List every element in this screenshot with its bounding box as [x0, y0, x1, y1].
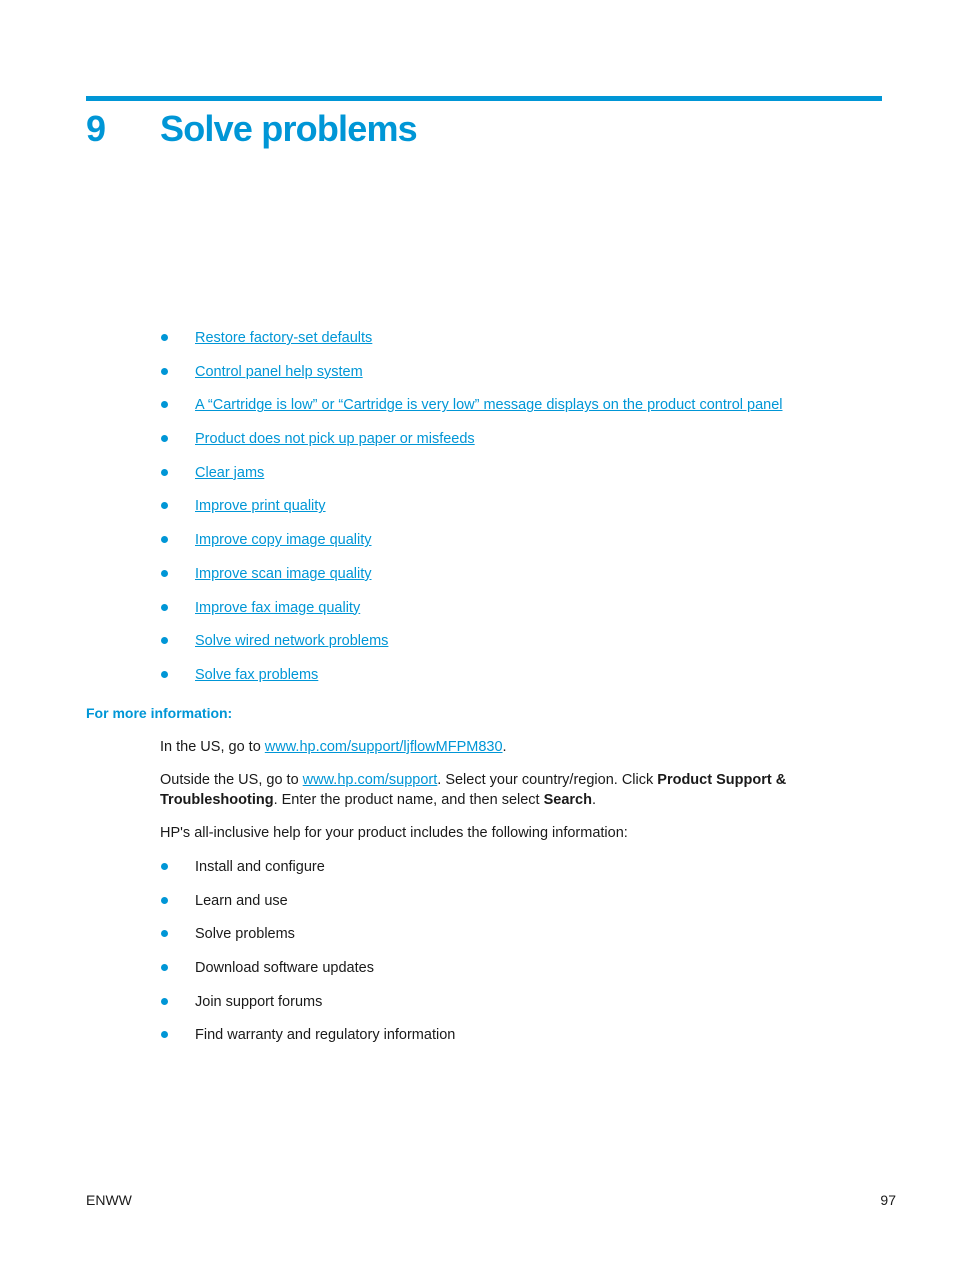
bullet-icon: [161, 435, 168, 443]
bullet-icon: [161, 1031, 168, 1039]
us-suffix: .: [502, 739, 507, 755]
topic-link-clear-jams[interactable]: Clear jams: [195, 463, 264, 483]
info-item: Learn and use: [195, 892, 288, 909]
bullet-icon: [161, 930, 168, 938]
outside-support-link[interactable]: www.hp.com/support: [303, 772, 438, 788]
topic-link-print-quality[interactable]: Improve print quality: [195, 496, 326, 516]
bullet-icon: [161, 603, 168, 611]
outside-suffix: .: [591, 792, 597, 808]
info-item: Download software updates: [195, 960, 374, 977]
page-title: Solve problems: [160, 108, 418, 149]
search-term: Search: [543, 792, 592, 808]
bullet-icon: [161, 401, 168, 409]
info-item: Find warranty and regulatory information: [195, 1027, 456, 1044]
includes-intro: HP's all-inclusive help for your product…: [160, 825, 628, 841]
topic-link-paper-pickup[interactable]: Product does not pick up paper or misfee…: [195, 429, 475, 449]
bullet-icon: [161, 863, 168, 870]
bullet-icon: [161, 670, 168, 678]
bullet-icon: [161, 536, 168, 544]
topic-link-control-panel-help[interactable]: Control panel help system: [195, 362, 363, 382]
outside-text-1: . Select your country/region. Click: [437, 772, 658, 788]
bullet-icon: [161, 468, 168, 476]
us-prefix: In the US, go to: [160, 739, 265, 755]
bullet-icon: [161, 964, 168, 972]
chapter-number: 9: [86, 108, 106, 149]
topic-link-copy-quality[interactable]: Improve copy image quality: [195, 530, 372, 550]
us-support-paragraph: In the US, go to www.hp.com/support/ljfl…: [160, 737, 810, 757]
us-support-link[interactable]: www.hp.com/support/ljflowMFPM830: [265, 739, 503, 755]
topic-link-fax-quality[interactable]: Improve fax image quality: [195, 598, 360, 618]
outside-prefix: Outside the US, go to: [160, 772, 303, 788]
topic-link-restore-defaults[interactable]: Restore factory-set defaults: [195, 328, 372, 348]
outside-text-2: . Enter the product name, and then selec…: [273, 792, 544, 808]
bullet-icon: [161, 997, 168, 1005]
footer-label: ENWW: [86, 1192, 132, 1208]
topic-link-wired-network[interactable]: Solve wired network problems: [195, 631, 388, 651]
bullet-icon: [161, 334, 168, 341]
more-info-heading: For more information:: [86, 705, 233, 721]
bullet-icon: [161, 896, 168, 904]
chapter-rule: [86, 96, 882, 101]
bullet-icon: [161, 569, 168, 577]
info-item: Install and configure: [195, 859, 325, 875]
bullet-icon: [161, 367, 168, 375]
info-item: Solve problems: [195, 926, 295, 943]
topic-link-scan-quality[interactable]: Improve scan image quality: [195, 564, 372, 584]
page-number: 97: [880, 1192, 896, 1208]
bullet-icon: [161, 637, 168, 645]
topic-link-cartridge-low[interactable]: A “Cartridge is low” or “Cartridge is ve…: [195, 395, 783, 415]
info-item: Join support forums: [195, 993, 323, 1010]
outside-us-paragraph: Outside the US, go to www.hp.com/support…: [160, 770, 810, 810]
topic-link-fax-problems[interactable]: Solve fax problems: [195, 665, 318, 685]
bullet-icon: [161, 502, 168, 510]
